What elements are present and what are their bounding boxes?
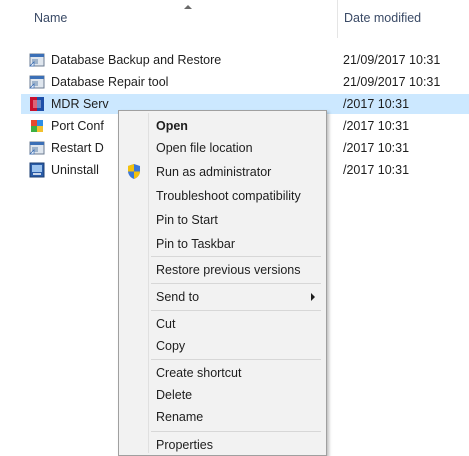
file-date: /2017 10:31 bbox=[343, 163, 410, 177]
file-date: /2017 10:31 bbox=[343, 97, 410, 111]
file-name: Database Backup and Restore bbox=[51, 53, 222, 67]
menu-item-send-to[interactable]: Send to bbox=[121, 286, 324, 308]
menu-item-run-as-administrator[interactable]: Run as administrator bbox=[121, 161, 324, 183]
menu-item-cut[interactable]: Cut bbox=[121, 313, 324, 335]
menu-item-copy[interactable]: Copy bbox=[121, 335, 324, 357]
file-name: MDR Serv bbox=[51, 97, 109, 111]
menu-item-label: Properties bbox=[156, 438, 213, 452]
menu-item-rename[interactable]: Rename bbox=[121, 406, 324, 428]
uac-shield-icon bbox=[128, 164, 140, 179]
app-shortcut-icon bbox=[29, 141, 45, 155]
menu-item-delete[interactable]: Delete bbox=[121, 384, 324, 406]
menu-item-pin-to-start[interactable]: Pin to Start bbox=[121, 209, 324, 231]
file-name: Database Repair tool bbox=[51, 75, 169, 89]
menu-item-restore-previous-versions[interactable]: Restore previous versions bbox=[121, 259, 324, 281]
menu-item-label: Pin to Taskbar bbox=[156, 237, 235, 251]
menu-item-properties[interactable]: Properties bbox=[121, 434, 324, 456]
uninstall-icon bbox=[29, 162, 45, 178]
menu-item-label: Open bbox=[156, 119, 188, 133]
file-name: Port Conf bbox=[51, 119, 104, 133]
column-header: Name Date modified bbox=[0, 0, 469, 38]
menu-item-label: Rename bbox=[156, 410, 204, 424]
file-date: /2017 10:31 bbox=[343, 119, 410, 133]
column-header-date-modified[interactable]: Date modified bbox=[337, 0, 469, 38]
menu-item-label: Create shortcut bbox=[156, 366, 242, 380]
menu-item-label: Restore previous versions bbox=[156, 263, 301, 277]
menu-separator bbox=[151, 283, 321, 284]
context-menu: Open Open file location Run as administr… bbox=[118, 110, 327, 456]
menu-item-open[interactable]: Open bbox=[121, 115, 324, 137]
file-row-database-repair[interactable]: Database Repair tool 21/09/2017 10:31 bbox=[21, 72, 469, 92]
column-header-name[interactable]: Name bbox=[0, 0, 337, 38]
file-date: 21/09/2017 10:31 bbox=[343, 53, 441, 67]
port-config-icon bbox=[31, 120, 43, 132]
menu-item-open-file-location[interactable]: Open file location bbox=[121, 137, 324, 159]
menu-item-label: Cut bbox=[156, 317, 176, 331]
menu-item-label: Open file location bbox=[156, 141, 253, 155]
menu-item-create-shortcut[interactable]: Create shortcut bbox=[121, 362, 324, 384]
submenu-arrow-icon bbox=[311, 293, 315, 301]
file-name: Restart D bbox=[51, 141, 104, 155]
menu-separator bbox=[151, 431, 321, 432]
menu-item-label: Pin to Start bbox=[156, 213, 218, 227]
menu-separator bbox=[151, 359, 321, 360]
file-date: 21/09/2017 10:31 bbox=[343, 75, 441, 89]
file-row-database-backup[interactable]: Database Backup and Restore 21/09/2017 1… bbox=[21, 50, 469, 70]
app-shortcut-icon bbox=[29, 75, 45, 89]
menu-item-troubleshoot-compatibility[interactable]: Troubleshoot compatibility bbox=[121, 185, 324, 207]
menu-separator bbox=[151, 310, 321, 311]
mdr-app-icon bbox=[30, 97, 44, 111]
file-name: Uninstall bbox=[51, 163, 99, 177]
menu-item-pin-to-taskbar[interactable]: Pin to Taskbar bbox=[121, 233, 324, 255]
menu-item-label: Run as administrator bbox=[156, 165, 272, 179]
menu-item-label: Copy bbox=[156, 339, 186, 353]
app-shortcut-icon bbox=[29, 53, 45, 67]
menu-item-label: Troubleshoot compatibility bbox=[156, 189, 301, 203]
menu-separator bbox=[151, 256, 321, 257]
menu-item-label: Send to bbox=[156, 290, 200, 304]
menu-item-label: Delete bbox=[156, 388, 193, 402]
file-date: /2017 10:31 bbox=[343, 141, 410, 155]
